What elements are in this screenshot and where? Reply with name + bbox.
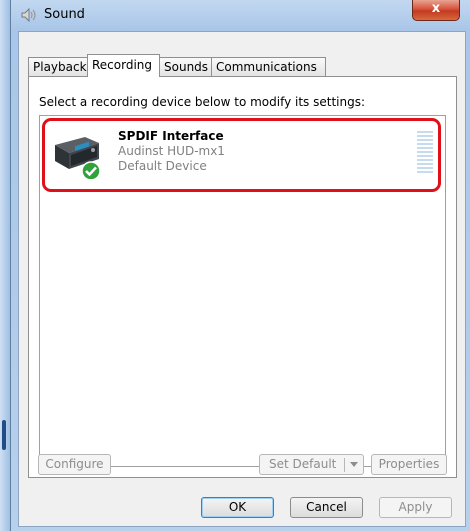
device-name: SPDIF Interface — [118, 129, 224, 143]
chevron-down-icon[interactable] — [350, 462, 358, 467]
level-meter-bar — [417, 163, 433, 165]
configure-button[interactable]: Configure — [38, 454, 111, 475]
audio-interface-icon — [55, 137, 101, 179]
background-window-edge — [0, 0, 10, 531]
split-separator — [344, 458, 345, 472]
ok-button[interactable]: OK — [201, 497, 274, 518]
tab-communications[interactable]: Communications — [211, 57, 326, 76]
properties-button[interactable]: Properties — [371, 454, 447, 475]
level-meter-bar — [417, 151, 433, 153]
close-icon: x — [431, 1, 441, 16]
device-description: Audinst HUD-mx1 — [118, 144, 225, 158]
tab-recording[interactable]: Recording — [87, 54, 160, 77]
device-status: Default Device — [118, 159, 207, 173]
level-meter — [417, 131, 433, 177]
title-bar[interactable]: Sound x — [11, 0, 470, 30]
level-meter-bar — [417, 159, 433, 161]
cancel-button[interactable]: Cancel — [290, 497, 363, 518]
level-meter-bar — [417, 143, 433, 145]
sound-dialog: Sound x Playback Recording Sounds Commun… — [10, 0, 470, 531]
device-list[interactable]: SPDIF Interface Audinst HUD-mx1 Default … — [39, 115, 446, 467]
level-meter-bar — [417, 167, 433, 169]
instruction-text: Select a recording device below to modif… — [39, 95, 366, 109]
dialog-button-bar: OK Cancel Apply — [19, 482, 465, 526]
window-title: Sound — [44, 7, 85, 22]
level-meter-bar — [417, 139, 433, 141]
set-default-button[interactable]: Set Default — [259, 454, 364, 475]
tab-sounds[interactable]: Sounds — [159, 57, 212, 76]
speaker-icon — [21, 7, 36, 23]
default-checkmark-icon — [81, 161, 101, 179]
device-list-item[interactable]: SPDIF Interface Audinst HUD-mx1 Default … — [42, 118, 441, 192]
background-window-accent — [2, 420, 6, 450]
level-meter-bar — [417, 171, 433, 173]
level-meter-bar — [417, 135, 433, 137]
level-meter-bar — [417, 131, 433, 133]
recording-panel: Select a recording device below to modif… — [28, 76, 457, 478]
level-meter-bar — [417, 147, 433, 149]
close-button[interactable]: x — [412, 0, 460, 21]
apply-button[interactable]: Apply — [379, 497, 452, 518]
dialog-client-area: Playback Recording Sounds Communications… — [18, 31, 466, 527]
level-meter-bar — [417, 155, 433, 157]
tab-playback[interactable]: Playback — [28, 57, 88, 76]
